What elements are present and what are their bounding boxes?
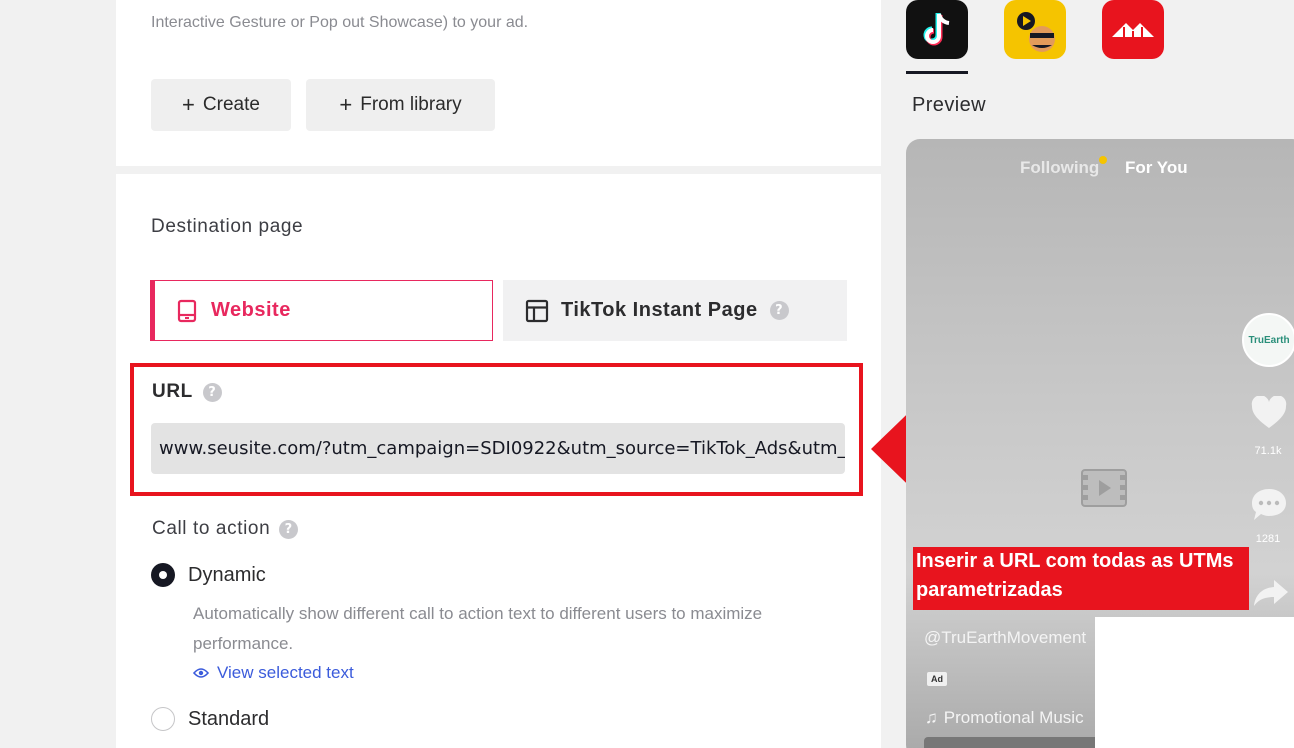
advertiser-avatar: TruEarth [1242, 313, 1294, 367]
video-placeholder-icon [1081, 469, 1127, 507]
buzzvideo-logo-icon [1017, 11, 1055, 52]
plus-icon: + [182, 92, 195, 117]
destination-page-title: Destination page [151, 216, 304, 237]
annotation-label: Inserir a URL com todas as UTMs parametr… [913, 547, 1249, 610]
advertiser-handle: @TruEarthMovement [924, 628, 1087, 647]
help-icon[interactable]: ? [279, 519, 299, 539]
url-label-text: URL [152, 381, 193, 402]
dynamic-radio[interactable] [151, 563, 175, 587]
following-tab: Following [1020, 158, 1100, 177]
dynamic-description: Automatically show different call to act… [193, 604, 763, 653]
share-icon [1254, 580, 1288, 606]
comments-count: 1281 [1255, 533, 1281, 545]
website-label: Website [211, 299, 291, 321]
buzzvideo-icon[interactable] [1004, 0, 1066, 59]
website-icon [177, 299, 197, 322]
url-label: URL ? [152, 381, 222, 403]
pangle-icon[interactable] [1102, 0, 1164, 59]
standard-radio[interactable] [151, 707, 175, 731]
notification-dot [1099, 156, 1107, 164]
heart-icon [1251, 396, 1287, 428]
preview-label: Preview [912, 94, 986, 116]
call-to-action-title: Call to action ? [152, 518, 299, 540]
instant-page-icon [525, 299, 549, 322]
comment-icon [1252, 489, 1286, 520]
music-info: ♫ Promotional Music [925, 708, 1084, 728]
music-note-icon: ♫ [925, 708, 938, 727]
view-link-label: View selected text [217, 663, 354, 682]
creative-description: Interactive Gesture or Pop out Showcase)… [151, 14, 529, 31]
url-input[interactable]: www.seusite.com/?utm_campaign=SDI0922&ut… [151, 423, 845, 474]
create-label: Create [202, 94, 260, 115]
cta-title-text: Call to action [152, 518, 271, 539]
cta-bar [924, 737, 1104, 748]
tiktok-logo-icon [923, 12, 950, 45]
dynamic-label[interactable]: Dynamic [188, 564, 266, 587]
active-tab-indicator [906, 71, 968, 74]
from-library-label: From library [360, 94, 462, 115]
plus-icon: + [339, 92, 353, 117]
pangle-logo-icon [1112, 22, 1154, 37]
view-selected-text-link[interactable]: View selected text [193, 663, 354, 683]
from-library-button[interactable]: + From library [306, 79, 495, 131]
likes-count: 71.1k [1254, 445, 1282, 457]
ad-badge: Ad [927, 672, 947, 686]
eye-icon [193, 668, 209, 678]
for-you-tab: For You [1125, 158, 1188, 177]
tiktok-icon[interactable] [906, 0, 968, 59]
help-icon[interactable]: ? [769, 301, 789, 320]
standard-label[interactable]: Standard [188, 708, 269, 731]
tiktok-instant-page-option[interactable]: TikTok Instant Page ? [503, 280, 847, 341]
overlay-block [1095, 617, 1294, 748]
website-option[interactable]: Website [150, 280, 493, 341]
instant-page-label: TikTok Instant Page [561, 299, 758, 321]
create-button[interactable]: + Create [151, 79, 291, 131]
help-icon[interactable]: ? [202, 382, 222, 402]
music-label: Promotional Music [943, 708, 1084, 727]
